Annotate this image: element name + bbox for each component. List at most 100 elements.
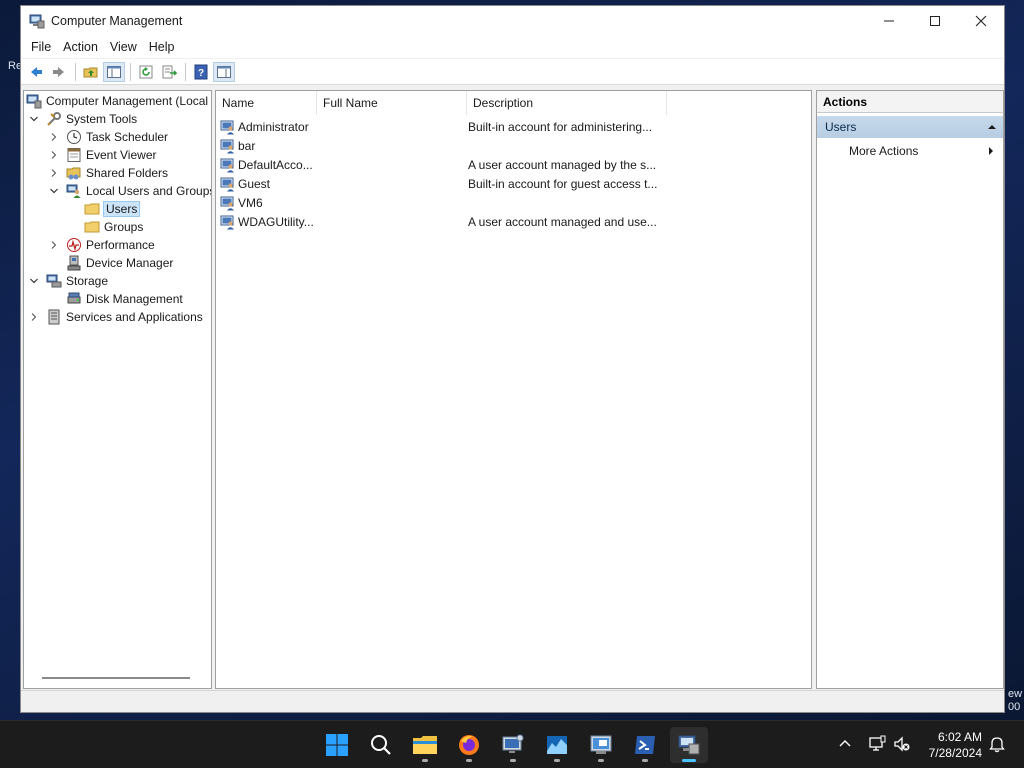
taskbar-remote-desktop[interactable]	[494, 727, 532, 763]
taskbar-firefox[interactable]	[450, 727, 488, 763]
chevron-right-icon[interactable]	[48, 131, 60, 143]
tree-item-users[interactable]: Users	[84, 200, 141, 218]
minimize-button[interactable]	[866, 6, 912, 36]
notification-bell-icon	[989, 737, 1005, 753]
network-tray-button[interactable]	[866, 733, 888, 755]
horizontal-scrollbar[interactable]	[42, 677, 190, 679]
menu-view[interactable]: View	[104, 40, 143, 54]
table-row[interactable]: VM6	[220, 193, 680, 212]
taskbar-server-manager[interactable]	[582, 727, 620, 763]
tree-item-system-tools[interactable]: System Tools	[28, 110, 137, 128]
cell-name: DefaultAcco...	[220, 157, 318, 173]
menu-help[interactable]: Help	[143, 40, 181, 54]
chevron-down-icon[interactable]	[48, 185, 60, 197]
tree-item-groups[interactable]: Groups	[84, 218, 143, 236]
maximize-button[interactable]	[912, 6, 958, 36]
table-row[interactable]: bar	[220, 136, 680, 155]
storage-icon	[46, 273, 62, 289]
help-button[interactable]: ?	[190, 62, 212, 82]
tree-item-services-and-applications[interactable]: Services and Applications	[28, 308, 203, 326]
back-icon	[31, 66, 42, 77]
show-hidden-icons-button[interactable]	[834, 733, 856, 755]
performance-icon	[66, 237, 82, 253]
tree-item-disk-management[interactable]: Disk Management	[66, 290, 183, 308]
column-header-full-name[interactable]: Full Name	[317, 91, 467, 115]
tree-item-storage[interactable]: Storage	[28, 272, 108, 290]
column-header-description[interactable]: Description	[467, 91, 667, 115]
disk-management-icon	[66, 291, 82, 307]
notifications-button[interactable]	[986, 733, 1008, 755]
table-row[interactable]: WDAGUtility... A user account managed and…	[220, 212, 680, 231]
chevron-right-icon[interactable]	[48, 149, 60, 161]
cell-description: Built-in account for administering...	[468, 119, 653, 134]
cell-description: Built-in account for guest access t...	[468, 176, 658, 191]
tree-item-local-users-and-groups[interactable]: Local Users and Groups	[48, 182, 211, 200]
tree-item-task-scheduler[interactable]: Task Scheduler	[48, 128, 168, 146]
start-button[interactable]	[318, 727, 356, 763]
table-row[interactable]: Guest Built-in account for guest access t…	[220, 174, 680, 193]
cell-name: Administrator	[220, 119, 318, 135]
user-name: VM6	[238, 195, 263, 210]
search-icon	[371, 735, 391, 755]
toolbar-separator	[75, 62, 76, 81]
system-tools-icon	[46, 111, 62, 127]
tree-label: Disk Management	[86, 292, 183, 306]
taskbar-computer-management[interactable]	[670, 727, 708, 763]
clock-icon	[66, 129, 82, 145]
up-one-level-button[interactable]	[80, 62, 102, 82]
table-row[interactable]: Administrator Built-in account for admini…	[220, 117, 680, 136]
close-button[interactable]	[958, 6, 1004, 36]
tree-item-root[interactable]: Computer Management (Local	[26, 92, 208, 110]
remote-desktop-icon	[502, 734, 524, 753]
console-tree[interactable]: Computer Management (Local System Tools …	[23, 90, 212, 689]
volume-muted-icon	[894, 736, 910, 752]
clock-date: 7/28/2024	[928, 746, 982, 760]
computer-management-icon	[29, 13, 45, 29]
export-list-button[interactable]	[158, 62, 180, 82]
folder-icon	[84, 201, 100, 217]
refresh-button[interactable]	[135, 62, 157, 82]
search-button[interactable]	[362, 727, 400, 763]
export-list-icon	[162, 65, 177, 78]
taskbar-file-explorer[interactable]	[406, 727, 444, 763]
taskbar-clock[interactable]: 6:02 AM 7/28/2024	[929, 729, 982, 761]
menu-action[interactable]: Action	[57, 40, 104, 54]
title-bar[interactable]: Computer Management	[21, 6, 1004, 36]
user-account-icon	[220, 139, 234, 153]
chevron-up-icon	[839, 740, 851, 747]
show-hide-console-tree-button[interactable]	[103, 61, 125, 82]
chevron-right-icon[interactable]	[48, 167, 60, 179]
user-name: WDAGUtility...	[238, 214, 314, 229]
tree-label: Event Viewer	[86, 148, 157, 162]
volume-tray-button[interactable]	[891, 733, 913, 755]
computer-management-window: Computer Management File Action View Hel…	[20, 5, 1005, 713]
menu-file[interactable]: File	[25, 40, 57, 54]
tree-label: Groups	[104, 220, 144, 234]
taskbar-powershell[interactable]	[626, 727, 664, 763]
more-actions-item[interactable]: More Actions	[817, 140, 1003, 162]
powershell-icon	[635, 736, 655, 754]
user-account-icon	[220, 177, 234, 191]
forward-button[interactable]	[48, 62, 70, 82]
close-icon	[975, 15, 987, 27]
tree-item-shared-folders[interactable]: Shared Folders	[48, 164, 168, 182]
table-row[interactable]: DefaultAcco... A user account managed by …	[220, 155, 680, 174]
network-icon	[869, 735, 886, 751]
tree-item-performance[interactable]: Performance	[48, 236, 155, 254]
actions-section-users[interactable]: Users	[817, 116, 1003, 138]
performance-monitor-icon	[547, 736, 567, 754]
chevron-right-icon[interactable]	[48, 239, 60, 251]
server-manager-icon	[590, 735, 612, 754]
tree-item-device-manager[interactable]: Device Manager	[66, 254, 173, 272]
tree-item-event-viewer[interactable]: Event Viewer	[48, 146, 156, 164]
clock-time: 6:02 AM	[937, 730, 982, 744]
show-hide-action-pane-button[interactable]	[213, 61, 235, 82]
chevron-down-icon[interactable]	[28, 275, 40, 287]
taskbar-performance-monitor[interactable]	[538, 727, 576, 763]
back-button[interactable]	[25, 62, 47, 82]
shared-folder-icon	[66, 165, 82, 181]
chevron-right-icon[interactable]	[28, 311, 40, 323]
chevron-down-icon[interactable]	[28, 113, 40, 125]
column-header-name[interactable]: Name	[216, 91, 317, 115]
maximize-icon	[930, 16, 940, 26]
